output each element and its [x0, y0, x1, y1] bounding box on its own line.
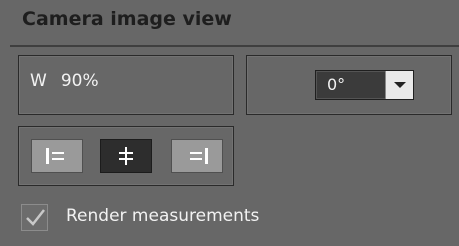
- render-measurements-checkbox[interactable]: [21, 204, 48, 231]
- align-center-button[interactable]: [100, 139, 152, 173]
- render-measurements-label[interactable]: Render measurements: [66, 206, 259, 226]
- rotation-select-value: 0°: [327, 75, 346, 94]
- align-right-icon: [190, 148, 208, 164]
- panel-title: Camera image view: [22, 8, 232, 30]
- chevron-down-icon: [394, 82, 406, 88]
- align-right-button[interactable]: [171, 139, 223, 173]
- zoom-value: 90%: [60, 71, 99, 91]
- checkmark-icon: [26, 209, 45, 226]
- align-center-icon: [119, 147, 133, 165]
- title-divider: [10, 45, 459, 47]
- align-left-icon: [46, 148, 64, 164]
- rotation-dropdown-button[interactable]: [385, 71, 413, 99]
- zoom-axis-label: W: [30, 71, 47, 91]
- align-left-button[interactable]: [31, 139, 83, 173]
- zoom-readout: W 90%: [30, 71, 99, 91]
